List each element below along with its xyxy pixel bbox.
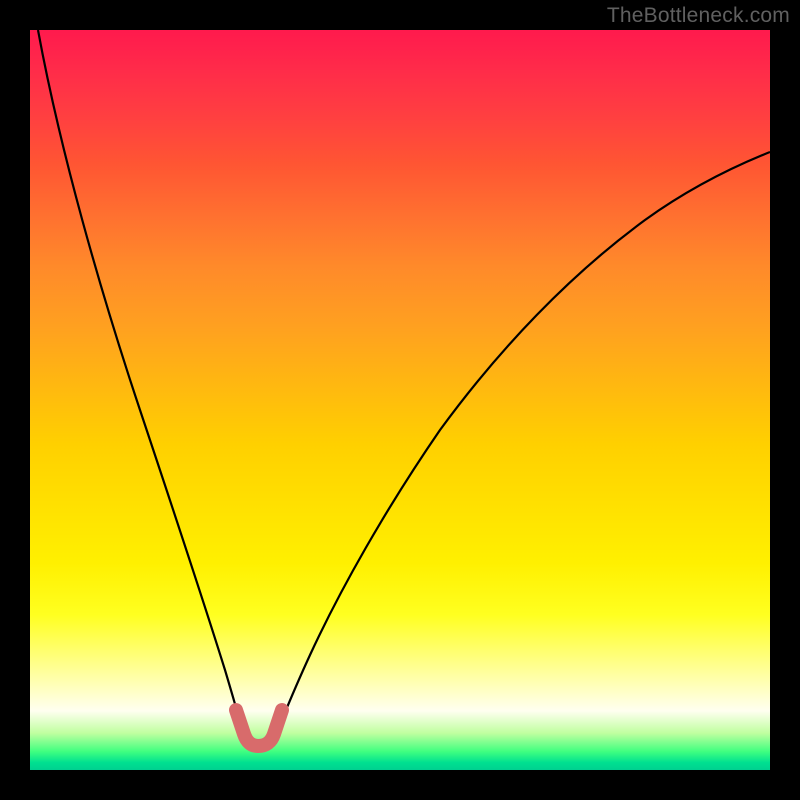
watermark-text: TheBottleneck.com — [607, 4, 790, 28]
curve-layer — [30, 30, 770, 770]
right-branch-curve — [276, 152, 770, 734]
chart-frame: TheBottleneck.com — [0, 0, 800, 800]
trough-marker — [236, 710, 282, 746]
plot-area — [30, 30, 770, 770]
left-branch-curve — [38, 30, 244, 734]
